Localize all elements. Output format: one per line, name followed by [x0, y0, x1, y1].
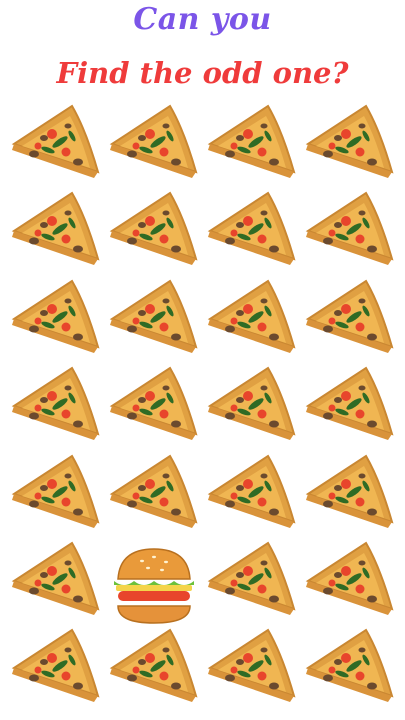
pizza-slice-icon [305, 454, 394, 528]
odd-tile[interactable] [106, 541, 204, 628]
pizza-tile[interactable] [106, 104, 204, 191]
pizza-tile[interactable] [204, 279, 302, 366]
pizza-tile[interactable] [302, 279, 400, 366]
pizza-slice-icon [305, 104, 394, 178]
pizza-tile[interactable] [8, 541, 106, 628]
pizza-slice-icon [305, 191, 394, 266]
puzzle-title-line2: Find the odd one? [56, 56, 349, 90]
pizza-tile[interactable] [302, 541, 400, 628]
pizza-tile[interactable] [302, 628, 400, 715]
pizza-tile[interactable] [106, 191, 204, 278]
pizza-slice-icon [11, 104, 100, 178]
pizza-tile[interactable] [204, 454, 302, 541]
pizza-slice-icon [11, 366, 100, 441]
pizza-tile[interactable] [8, 628, 106, 715]
pizza-slice-icon [109, 191, 198, 266]
pizza-slice-icon [207, 454, 296, 528]
pizza-slice-icon [109, 628, 198, 703]
pizza-slice-icon [109, 104, 198, 178]
pizza-slice-icon [11, 279, 100, 353]
pizza-tile[interactable] [8, 104, 106, 191]
pizza-slice-icon [305, 366, 394, 441]
pizza-tile[interactable] [106, 366, 204, 453]
pizza-tile[interactable] [302, 191, 400, 278]
pizza-slice-icon [207, 366, 296, 441]
pizza-slice-icon [11, 541, 100, 615]
pizza-slice-icon [305, 628, 394, 703]
pizza-slice-icon [109, 454, 198, 528]
pizza-tile[interactable] [204, 104, 302, 191]
pizza-slice-icon [11, 454, 100, 528]
pizza-slice-icon [11, 191, 100, 266]
pizza-slice-icon [109, 366, 198, 441]
pizza-tile[interactable] [106, 454, 204, 541]
pizza-tile[interactable] [204, 366, 302, 453]
pizza-tile[interactable] [106, 628, 204, 715]
pizza-slice-icon [207, 104, 296, 178]
burger-icon [114, 548, 194, 624]
puzzle-title-line1: Can you [133, 2, 272, 37]
pizza-slice-icon [207, 191, 296, 266]
pizza-slice-icon [109, 279, 198, 353]
pizza-slice-icon [207, 541, 296, 615]
puzzle-grid [8, 104, 400, 716]
pizza-slice-icon [207, 279, 296, 353]
pizza-tile[interactable] [302, 104, 400, 191]
pizza-tile[interactable] [8, 366, 106, 453]
pizza-tile[interactable] [302, 454, 400, 541]
pizza-slice-icon [305, 279, 394, 353]
pizza-slice-icon [305, 541, 394, 615]
pizza-tile[interactable] [302, 366, 400, 453]
pizza-tile[interactable] [8, 454, 106, 541]
pizza-tile[interactable] [204, 191, 302, 278]
pizza-tile[interactable] [204, 541, 302, 628]
pizza-tile[interactable] [204, 628, 302, 715]
pizza-slice-icon [11, 628, 100, 703]
pizza-slice-icon [207, 628, 296, 703]
pizza-tile[interactable] [8, 191, 106, 278]
pizza-tile[interactable] [106, 279, 204, 366]
pizza-tile[interactable] [8, 279, 106, 366]
